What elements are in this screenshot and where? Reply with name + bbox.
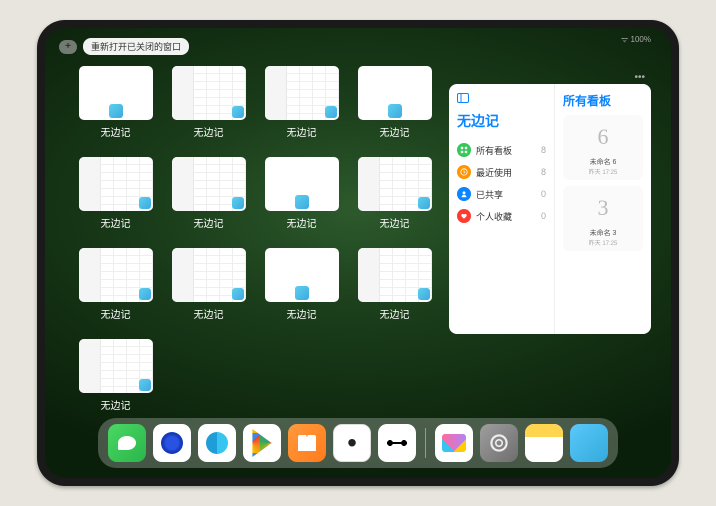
app-switcher-grid: 无边记无边记无边记无边记无边记无边记无边记无边记无边记无边记无边记无边记无边记 bbox=[75, 66, 435, 412]
app-window-tile[interactable]: 无边记 bbox=[261, 157, 342, 230]
row-count: 0 bbox=[541, 211, 546, 221]
window-thumbnail[interactable] bbox=[265, 248, 339, 302]
window-thumbnail[interactable] bbox=[79, 339, 153, 393]
board-sketch: 6 bbox=[582, 119, 624, 155]
ipad-device: ᯤ 100% + 重新打开已关闭的窗口 无边记无边记无边记无边记无边记无边记无边… bbox=[37, 20, 679, 486]
app-window-tile[interactable]: 无边记 bbox=[354, 248, 435, 321]
window-thumbnail[interactable] bbox=[358, 248, 432, 302]
heart-icon bbox=[457, 209, 471, 223]
dock bbox=[98, 418, 618, 468]
more-icon[interactable]: ••• bbox=[634, 72, 645, 83]
top-controls: + 重新打开已关闭的窗口 bbox=[59, 38, 189, 55]
window-thumbnail[interactable] bbox=[172, 157, 246, 211]
panel-title: 无边记 bbox=[457, 111, 546, 131]
window-thumbnail[interactable] bbox=[358, 66, 432, 120]
app-window-tile[interactable]: 无边记 bbox=[354, 157, 435, 230]
tile-label: 无边记 bbox=[380, 215, 410, 230]
tile-label: 无边记 bbox=[194, 215, 224, 230]
reopen-closed-window-button[interactable]: 重新打开已关闭的窗口 bbox=[83, 38, 189, 55]
sidebar-toggle-icon[interactable] bbox=[457, 92, 546, 106]
tile-label: 无边记 bbox=[194, 306, 224, 321]
panel-sidebar: 无边记 所有看板 8 最近使用 8 已共享 0 个人收藏 0 bbox=[449, 84, 554, 334]
panel-right-title: 所有看板 bbox=[563, 92, 643, 109]
app-window-tile[interactable]: 无边记 bbox=[168, 248, 249, 321]
row-label: 个人收藏 bbox=[476, 210, 512, 223]
launchpad-icon[interactable] bbox=[570, 424, 608, 462]
wifi-icon: ᯤ bbox=[621, 35, 628, 44]
clock-icon bbox=[457, 165, 471, 179]
window-thumbnail[interactable] bbox=[265, 157, 339, 211]
settings-icon[interactable] bbox=[480, 424, 518, 462]
qq-browser-icon[interactable] bbox=[198, 424, 236, 462]
window-thumbnail[interactable] bbox=[79, 66, 153, 120]
tile-label: 无边记 bbox=[194, 124, 224, 139]
app-window-tile[interactable]: 无边记 bbox=[168, 157, 249, 230]
tile-label: 无边记 bbox=[101, 306, 131, 321]
app-window-tile[interactable]: 无边记 bbox=[168, 66, 249, 139]
window-thumbnail[interactable] bbox=[172, 66, 246, 120]
dock-separator bbox=[425, 428, 426, 458]
app-window-tile[interactable]: 无边记 bbox=[75, 157, 156, 230]
board-date: 昨天 17:25 bbox=[589, 167, 618, 176]
freeform-icon[interactable] bbox=[435, 424, 473, 462]
battery-level: 100% bbox=[631, 35, 651, 44]
tile-label: 无边记 bbox=[287, 215, 317, 230]
connect-icon[interactable] bbox=[378, 424, 416, 462]
dice-icon[interactable] bbox=[333, 424, 371, 462]
sidebar-item-clock[interactable]: 最近使用 8 bbox=[457, 161, 546, 183]
app-window-tile[interactable]: 无边记 bbox=[75, 66, 156, 139]
row-count: 0 bbox=[541, 189, 546, 199]
window-thumbnail[interactable] bbox=[358, 157, 432, 211]
freeform-panel[interactable]: 无边记 所有看板 8 最近使用 8 已共享 0 个人收藏 0 所有看板 6 未命… bbox=[449, 84, 651, 334]
row-label: 最近使用 bbox=[476, 166, 512, 179]
row-count: 8 bbox=[541, 167, 546, 177]
board-card[interactable]: 3 未命名 3 昨天 17:25 bbox=[563, 186, 643, 251]
window-thumbnail[interactable] bbox=[265, 66, 339, 120]
sidebar-item-people[interactable]: 已共享 0 bbox=[457, 183, 546, 205]
notes-icon[interactable] bbox=[525, 424, 563, 462]
tile-label: 无边记 bbox=[380, 306, 410, 321]
window-thumbnail[interactable] bbox=[79, 248, 153, 302]
row-label: 所有看板 bbox=[476, 144, 512, 157]
tile-label: 无边记 bbox=[101, 124, 131, 139]
board-date: 昨天 17:25 bbox=[589, 238, 618, 247]
books-icon[interactable] bbox=[288, 424, 326, 462]
play-store-icon[interactable] bbox=[243, 424, 281, 462]
board-sketch: 3 bbox=[582, 190, 624, 226]
board-name: 未命名 3 bbox=[590, 228, 617, 238]
board-card[interactable]: 6 未命名 6 昨天 17:25 bbox=[563, 115, 643, 180]
grid-icon bbox=[457, 143, 471, 157]
people-icon bbox=[457, 187, 471, 201]
tile-label: 无边记 bbox=[101, 215, 131, 230]
sidebar-item-grid[interactable]: 所有看板 8 bbox=[457, 139, 546, 161]
window-thumbnail[interactable] bbox=[172, 248, 246, 302]
app-window-tile[interactable]: 无边记 bbox=[261, 66, 342, 139]
sidebar-item-heart[interactable]: 个人收藏 0 bbox=[457, 205, 546, 227]
row-count: 8 bbox=[541, 145, 546, 155]
app-window-tile[interactable]: 无边记 bbox=[261, 248, 342, 321]
panel-content: 所有看板 6 未命名 6 昨天 17:253 未命名 3 昨天 17:25 bbox=[554, 84, 651, 334]
board-name: 未命名 6 bbox=[590, 157, 617, 167]
new-window-button[interactable]: + bbox=[59, 40, 77, 54]
row-label: 已共享 bbox=[476, 188, 503, 201]
wechat-icon[interactable] bbox=[108, 424, 146, 462]
window-thumbnail[interactable] bbox=[79, 157, 153, 211]
screen: ᯤ 100% + 重新打开已关闭的窗口 无边记无边记无边记无边记无边记无边记无边… bbox=[45, 28, 671, 478]
tile-label: 无边记 bbox=[287, 306, 317, 321]
tile-label: 无边记 bbox=[287, 124, 317, 139]
status-bar: ᯤ 100% bbox=[621, 34, 651, 45]
app-window-tile[interactable]: 无边记 bbox=[354, 66, 435, 139]
tile-label: 无边记 bbox=[101, 397, 131, 412]
tile-label: 无边记 bbox=[380, 124, 410, 139]
app-window-tile[interactable]: 无边记 bbox=[75, 248, 156, 321]
qq-blue-icon[interactable] bbox=[153, 424, 191, 462]
app-window-tile[interactable]: 无边记 bbox=[75, 339, 156, 412]
